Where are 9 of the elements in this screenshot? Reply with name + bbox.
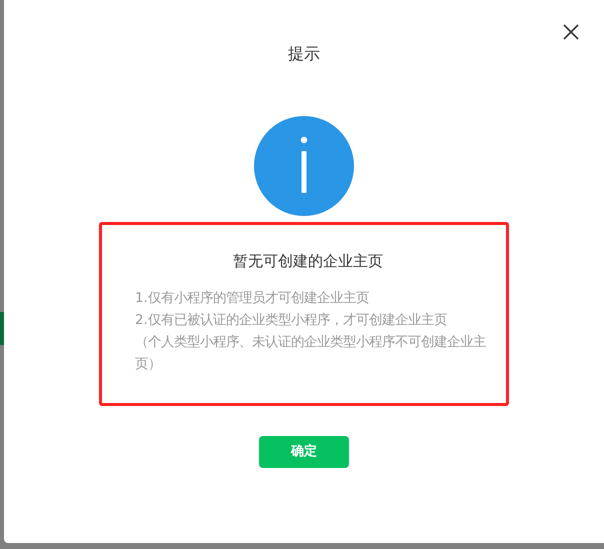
message-text: 2.仅有已被认证的企业类型小程序，才可创建企业主页 (135, 312, 448, 330)
message-heading: 暂无可创建的企业主页 (232, 251, 384, 272)
info-icon (254, 116, 354, 216)
confirm-button[interactable]: 确定 (259, 436, 349, 468)
close-icon (563, 24, 579, 40)
message-text: 1.仅有小程序的管理员才可创建企业主页 (135, 290, 370, 308)
background-bar (0, 312, 4, 345)
message-text: （个人类型小程序、未认证的企业类型小程序不可创建企业主页） (135, 334, 487, 374)
dialog-title: 提示 (288, 43, 320, 65)
